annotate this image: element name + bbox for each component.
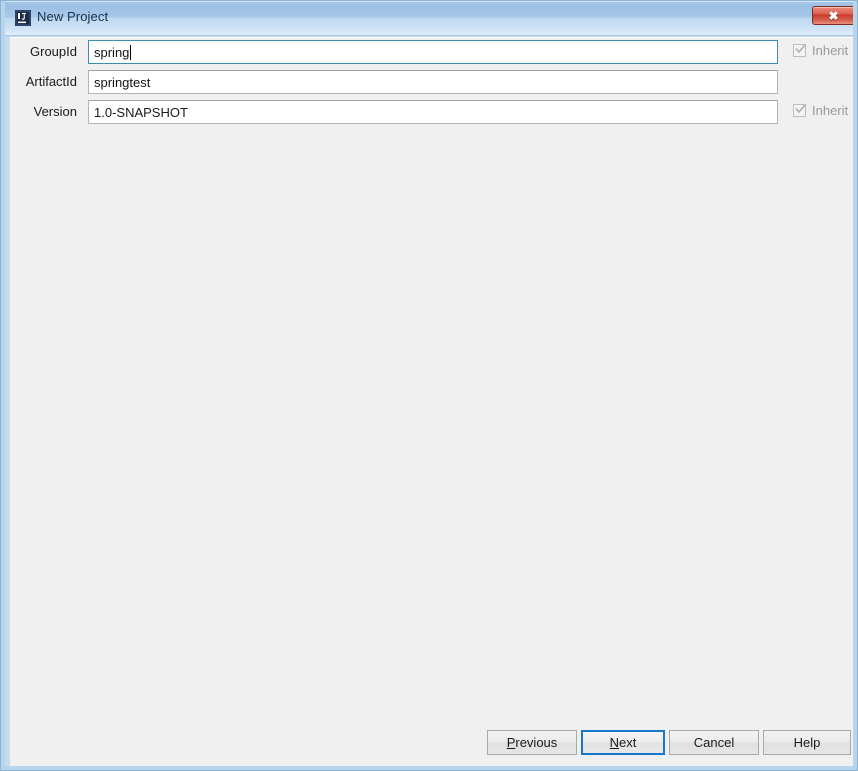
artifactid-input-value: springtest [94,74,151,90]
dialog-content: GroupId spring Inherit ArtifactId spring… [10,37,853,766]
previous-mnemonic: P [506,735,516,750]
version-label: Version [33,104,77,119]
checkmark-icon [795,44,806,54]
title-bar: New Project ✖ [5,0,853,36]
groupid-inherit-label: Inherit [812,43,849,58]
help-button[interactable]: Help [763,730,851,755]
artifactid-input[interactable]: springtest [88,70,778,94]
groupid-inherit-group[interactable]: Inherit [793,43,848,58]
help-button-label: Help [793,735,821,750]
groupid-input[interactable]: spring [88,40,778,64]
next-button[interactable]: Next [581,730,665,755]
titlebar-highlight [6,1,853,2]
groupid-input-value: spring [94,44,130,60]
text-caret [130,44,132,60]
cancel-button[interactable]: Cancel [669,730,759,755]
checkmark-icon [795,104,806,114]
version-inherit-group[interactable]: Inherit [793,103,848,118]
next-button-label: Next [609,735,637,750]
close-icon: ✖ [828,8,839,23]
intellij-idea-icon [15,10,31,26]
version-input[interactable]: 1.0-SNAPSHOT [88,100,778,124]
close-button[interactable]: ✖ [812,6,853,25]
version-input-value: 1.0-SNAPSHOT [94,104,188,120]
groupid-inherit-checkbox[interactable] [793,44,806,57]
dialog-button-bar: Previous Next Cancel Help [10,730,853,766]
window-title: New Project [37,9,109,24]
next-mnemonic: N [609,735,620,750]
cancel-button-label: Cancel [693,735,735,750]
version-inherit-label: Inherit [812,103,849,118]
previous-button[interactable]: Previous [487,730,577,755]
version-inherit-checkbox[interactable] [793,104,806,117]
previous-button-label: Previous [506,735,558,750]
new-project-dialog-window: New Project ✖ GroupId spring Inherit Art… [0,0,858,771]
groupid-label: GroupId [30,44,77,59]
artifactid-label: ArtifactId [25,74,77,89]
